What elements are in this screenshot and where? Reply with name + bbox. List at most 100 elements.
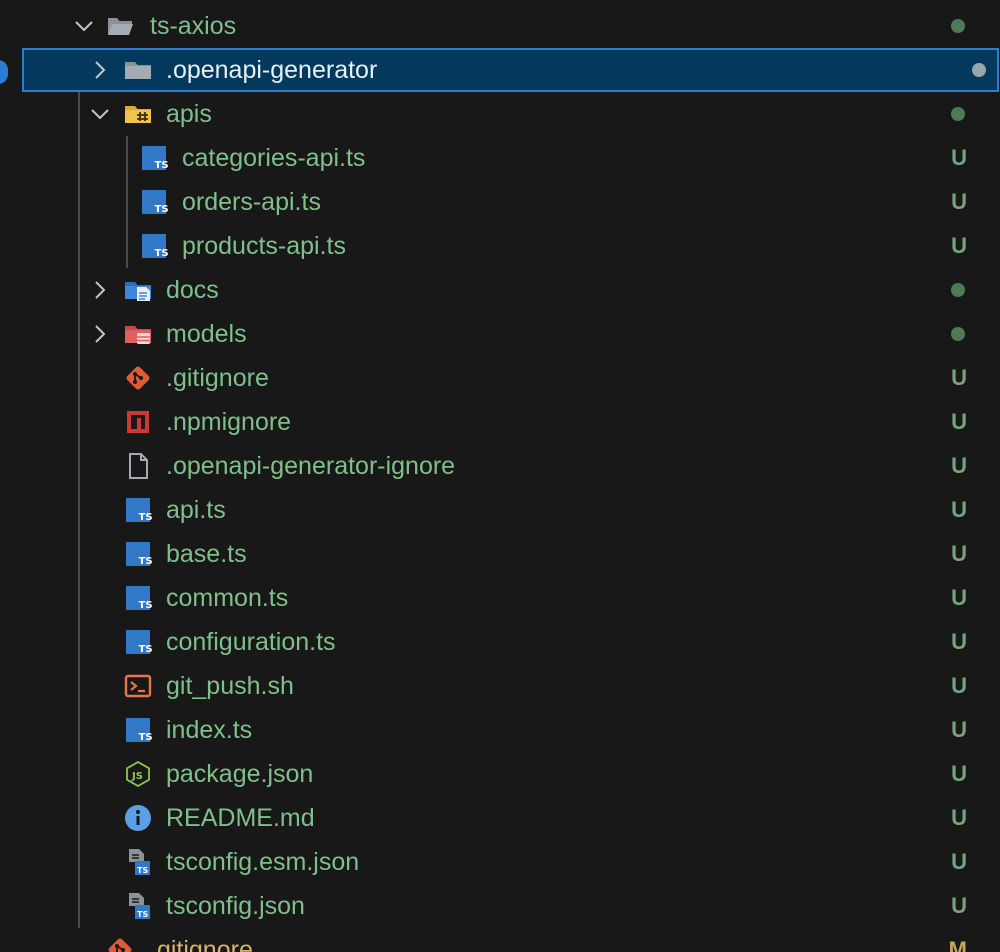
file-icon: [124, 452, 152, 480]
chevron-right-icon[interactable]: [88, 58, 112, 82]
git-status-badge: U: [951, 189, 967, 214]
tree-item-label: configuration.ts: [166, 628, 336, 656]
typescript-icon: TS: [124, 628, 152, 656]
git-status-badge: U: [951, 893, 967, 918]
tree-item-label: package.json: [166, 760, 314, 788]
tree-item-label: .openapi-generator-ignore: [166, 452, 456, 480]
tree-item-label: orders-api.ts: [182, 188, 321, 216]
git-status-badge: M: [948, 937, 967, 952]
svg-text:TS: TS: [155, 204, 169, 215]
tree-item-label: categories-api.ts: [182, 144, 366, 172]
tree-file-row[interactable]: TS configuration.ts U: [0, 620, 1000, 664]
tree-file-row[interactable]: TS index.ts U: [0, 708, 1000, 752]
tree-item-label: products-api.ts: [182, 232, 346, 260]
info-icon: [124, 804, 152, 832]
tree-file-row[interactable]: TS orders-api.ts U: [0, 180, 1000, 224]
tree-item-label: common.ts: [166, 584, 289, 612]
git-status-badge: U: [951, 673, 967, 698]
nodejs-icon: JS: [124, 760, 152, 788]
tsconfig-icon: TS: [124, 848, 152, 876]
tree-item-label: README.md: [166, 804, 315, 832]
tree-item-label: .gitignore: [166, 364, 269, 392]
tree-item-label: models: [166, 320, 247, 348]
svg-text:TS: TS: [155, 160, 169, 171]
tree-item-label: base.ts: [166, 540, 247, 568]
git-status-badge: U: [951, 849, 967, 874]
svg-text:TS: TS: [137, 910, 148, 919]
tree-item-label: index.ts: [166, 716, 253, 744]
tree-file-row[interactable]: TS api.ts U: [0, 488, 1000, 532]
tree-folder-row[interactable]: models: [0, 312, 1000, 356]
terminal-icon: [124, 672, 152, 700]
git-status-badge: U: [951, 497, 967, 522]
git-status-badge: U: [951, 585, 967, 610]
chevron-right-icon[interactable]: [88, 278, 112, 302]
git-status-dot: [951, 283, 965, 297]
git-status-dot: [951, 19, 965, 33]
tree-file-row[interactable]: TS base.ts U: [0, 532, 1000, 576]
tree-item-label: .openapi-generator: [166, 56, 378, 84]
git-icon: [124, 364, 152, 392]
typescript-icon: TS: [124, 540, 152, 568]
tree-file-row[interactable]: TS categories-api.ts U: [0, 136, 1000, 180]
typescript-icon: TS: [124, 716, 152, 744]
focus-indicator: [0, 60, 8, 84]
chevron-down-icon[interactable]: [72, 14, 96, 38]
typescript-icon: TS: [140, 232, 168, 260]
tsconfig-icon: TS: [124, 892, 152, 920]
tree-item-label: docs: [166, 276, 219, 304]
tree-folder-row[interactable]: .openapi-generator: [22, 48, 999, 92]
tree-file-row[interactable]: git_push.sh U: [0, 664, 1000, 708]
tree-file-row[interactable]: .gitignore M: [0, 928, 1000, 952]
svg-text:TS: TS: [139, 556, 153, 567]
svg-text:JS: JS: [131, 771, 143, 782]
file-explorer-tree: ts-axios .openapi-generator apis TS categori…: [0, 0, 1000, 952]
typescript-icon: TS: [124, 496, 152, 524]
chevron-right-icon[interactable]: [88, 322, 112, 346]
git-status-badge: U: [951, 761, 967, 786]
tree-file-row[interactable]: TS tsconfig.json U: [0, 884, 1000, 928]
git-status-badge: U: [951, 145, 967, 170]
models-folder-icon: [124, 320, 152, 348]
git-icon: [106, 936, 134, 952]
git-status-badge: U: [951, 717, 967, 742]
svg-text:TS: TS: [155, 248, 169, 259]
git-status-badge: U: [951, 365, 967, 390]
git-status-dot: [951, 107, 965, 121]
folder-open-icon: [106, 12, 134, 40]
tree-item-label: tsconfig.esm.json: [166, 848, 360, 876]
tree-folder-row[interactable]: apis: [0, 92, 1000, 136]
tree-item-label: api.ts: [166, 496, 226, 524]
tree-item-label: .gitignore: [150, 936, 253, 952]
git-status-badge: U: [951, 805, 967, 830]
tree-file-row[interactable]: README.md U: [0, 796, 1000, 840]
tree-file-row[interactable]: TS products-api.ts U: [0, 224, 1000, 268]
tree-file-row[interactable]: TS tsconfig.esm.json U: [0, 840, 1000, 884]
tree-item-label: git_push.sh: [166, 672, 294, 700]
git-status-dot: [951, 327, 965, 341]
tree-file-row[interactable]: .npmignore U: [0, 400, 1000, 444]
git-status-badge: U: [951, 541, 967, 566]
tree-folder-row[interactable]: docs: [0, 268, 1000, 312]
git-status-dot: [972, 63, 986, 77]
tree-file-row[interactable]: JS package.json U: [0, 752, 1000, 796]
chevron-down-icon[interactable]: [88, 102, 112, 126]
svg-text:TS: TS: [137, 866, 148, 875]
git-status-badge: U: [951, 629, 967, 654]
tree-folder-row[interactable]: ts-axios: [0, 4, 1000, 48]
typescript-icon: TS: [140, 188, 168, 216]
tree-file-row[interactable]: TS common.ts U: [0, 576, 1000, 620]
tree-file-row[interactable]: .gitignore U: [0, 356, 1000, 400]
svg-text:TS: TS: [139, 732, 153, 743]
tree-item-label: ts-axios: [150, 12, 237, 40]
git-status-badge: U: [951, 453, 967, 478]
tree-item-label: tsconfig.json: [166, 892, 305, 920]
docs-folder-icon: [124, 276, 152, 304]
git-status-badge: U: [951, 409, 967, 434]
tree-item-label: .npmignore: [166, 408, 292, 436]
api-folder-icon: [124, 100, 152, 128]
svg-text:TS: TS: [139, 644, 153, 655]
svg-text:TS: TS: [139, 512, 153, 523]
tree-file-row[interactable]: .openapi-generator-ignore U: [0, 444, 1000, 488]
typescript-icon: TS: [124, 584, 152, 612]
